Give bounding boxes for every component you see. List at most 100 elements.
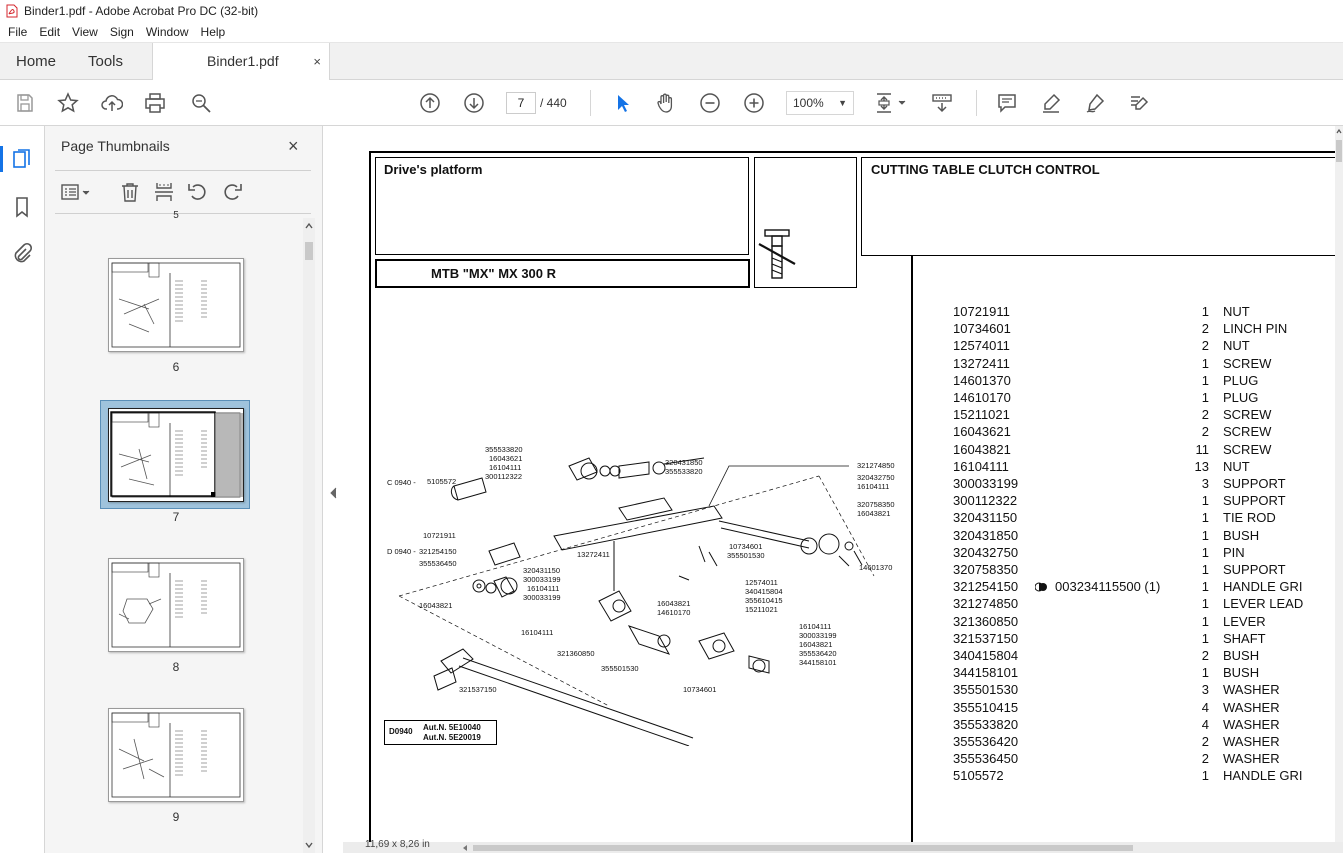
part-code: 14601370 (953, 373, 1011, 388)
callout-label: 16104111 (527, 584, 560, 593)
parts-list-row: 12574011 2 NUT (953, 338, 1333, 355)
window-title-bar: Binder1.pdf - Adobe Acrobat Pro DC (32-b… (0, 0, 1343, 22)
callout-label: 355501530 (727, 551, 765, 560)
callout-label: 300033199 (799, 631, 837, 640)
menu-edit[interactable]: Edit (33, 25, 66, 39)
bookmarks-icon[interactable] (11, 196, 33, 218)
parts-list-row: 320431150 1 TIE ROD (953, 510, 1333, 527)
search-zoom-icon[interactable] (189, 91, 213, 115)
acrobat-pdf-icon (6, 4, 18, 18)
parts-list-row: 355533820 4 WASHER (953, 717, 1333, 734)
parts-list-row: 300112322 1 SUPPORT (953, 493, 1333, 510)
rotate-counterclockwise-icon[interactable] (187, 181, 209, 203)
select-cursor-icon[interactable] (610, 91, 634, 115)
part-quantity: 2 (1201, 424, 1209, 439)
close-panel-icon[interactable]: × (288, 136, 299, 157)
menu-view[interactable]: View (66, 25, 104, 39)
draw-pen-icon[interactable] (1083, 91, 1107, 115)
delete-trash-icon[interactable] (119, 181, 141, 203)
thumbnail-label-partial: 5 (173, 210, 179, 221)
thumbnail-page-6[interactable] (108, 258, 244, 352)
page-thumbnails-icon[interactable] (11, 148, 33, 170)
print-icon[interactable] (143, 91, 167, 115)
highlight-pen-icon[interactable] (1039, 91, 1063, 115)
callout-label: 10734601 (683, 685, 717, 694)
parts-list-row: 321360850 1 LEVER (953, 614, 1333, 631)
part-code: 16043821 (953, 442, 1011, 457)
thumbnails-scrollbar[interactable] (303, 218, 315, 853)
part-description: TIE ROD (1223, 510, 1276, 525)
thumbnail-page-7[interactable] (108, 408, 244, 502)
menu-file[interactable]: File (2, 25, 33, 39)
part-description: SHAFT (1223, 631, 1266, 646)
part-quantity: 1 (1201, 631, 1209, 646)
menu-help[interactable]: Help (195, 25, 232, 39)
save-icon[interactable] (13, 91, 37, 115)
next-page-icon[interactable] (462, 91, 486, 115)
callout-label: 344158101 (799, 658, 837, 667)
tab-tools[interactable]: Tools (88, 43, 123, 80)
toolbar-divider (976, 90, 977, 116)
parts-list-row: 16043821 11 SCREW (953, 442, 1333, 459)
part-quantity: 3 (1201, 682, 1209, 697)
tab-home[interactable]: Home (16, 43, 56, 80)
thumbnail-options-icon[interactable] (61, 181, 93, 203)
document-scrollbar[interactable] (1335, 126, 1343, 842)
menu-window[interactable]: Window (140, 25, 195, 39)
callout-label: 300033199 (523, 593, 561, 602)
part-description: BUSH (1223, 648, 1260, 663)
callout-label: 15211021 (745, 605, 778, 614)
zoom-in-icon[interactable] (742, 91, 766, 115)
part-code: 14610170 (953, 390, 1011, 405)
extract-pages-icon[interactable] (153, 181, 175, 203)
menu-sign[interactable]: Sign (104, 25, 140, 39)
part-quantity: 13 (1194, 459, 1209, 474)
thumbnail-preview (111, 712, 241, 798)
part-description: BUSH (1223, 528, 1260, 543)
part-description: SUPPORT (1223, 493, 1286, 508)
panel-collapse-handle[interactable] (323, 126, 343, 853)
part-quantity: 3 (1201, 476, 1209, 491)
thumbnails-toolbar (55, 170, 311, 214)
zoom-level-value: 100% (793, 96, 824, 110)
callout-label: 355610415 (745, 596, 783, 605)
page-number-input[interactable] (506, 92, 536, 114)
zoom-level-dropdown[interactable]: 100% ▼ (786, 91, 854, 115)
part-code: 321274850 (953, 596, 1019, 611)
attachments-paperclip-icon[interactable] (11, 242, 33, 264)
scroll-mode-icon[interactable] (930, 91, 954, 115)
tab-document[interactable]: Binder1.pdf × (152, 43, 330, 80)
part-description: WASHER (1223, 734, 1280, 749)
parts-list-row: 300033199 3 SUPPORT (953, 476, 1333, 493)
rotate-clockwise-icon[interactable] (221, 181, 243, 203)
part-description: PLUG (1223, 373, 1259, 388)
tab-document-label: Binder1.pdf (207, 53, 279, 69)
part-description: SCREW (1223, 424, 1272, 439)
hand-tool-icon[interactable] (654, 91, 678, 115)
part-code: 320431850 (953, 528, 1019, 543)
previous-page-icon[interactable] (418, 91, 442, 115)
part-code: 320432750 (953, 545, 1019, 560)
part-quantity: 4 (1201, 700, 1209, 715)
zoom-out-icon[interactable] (698, 91, 722, 115)
horizontal-scrollbar[interactable] (463, 843, 1333, 853)
callout-label: 16043821 (657, 599, 691, 608)
fit-page-icon[interactable] (874, 91, 910, 115)
parts-list-row: 10734601 2 LINCH PIN (953, 321, 1333, 338)
thumbnail-page-8[interactable] (108, 558, 244, 652)
section-header: Drive's platform (384, 162, 483, 177)
document-view[interactable]: Drive's platform MTB "MX" MX 300 R CUTTI… (343, 126, 1343, 853)
callout-label: 13272411 (577, 550, 610, 559)
parts-list-row: 14601370 1 PLUG (953, 373, 1333, 390)
upload-cloud-icon[interactable] (100, 91, 124, 115)
parts-list-row: 16043621 2 SCREW (953, 424, 1333, 441)
thumbnail-label: 9 (172, 810, 180, 824)
bookmark-star-icon[interactable] (56, 91, 80, 115)
page-title: CUTTING TABLE CLUTCH CONTROL (871, 162, 1100, 177)
edit-sign-icon[interactable] (1127, 91, 1151, 115)
comment-icon[interactable] (995, 91, 1019, 115)
tab-close-icon[interactable]: × (313, 43, 321, 80)
thumbnail-page-9[interactable] (108, 708, 244, 802)
callout-label: 340415804 (745, 587, 783, 596)
part-quantity: 1 (1201, 596, 1209, 611)
